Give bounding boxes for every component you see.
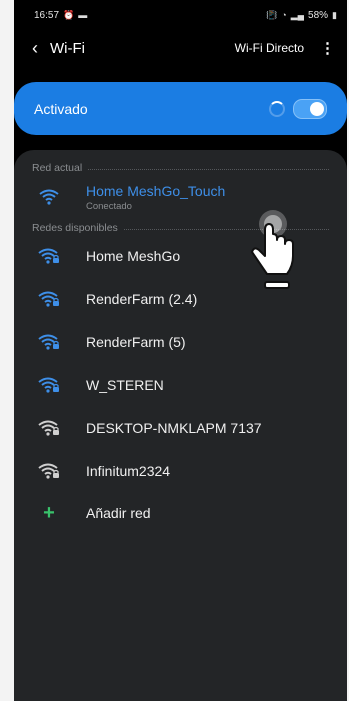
wifi-switch[interactable] [293, 98, 327, 119]
clock: 16:57 [34, 9, 60, 21]
wifi-icon: ◔ [281, 10, 287, 20]
network-row[interactable]: Infinitum2324 [14, 449, 347, 492]
wifi-lock-icon [36, 288, 62, 310]
current-network-name: Home MeshGo_Touch [86, 182, 226, 199]
wifi-lock-icon [36, 245, 62, 267]
kebab-menu-icon[interactable]: ⋮ [320, 39, 335, 57]
wifi-lock-icon [36, 417, 62, 439]
battery-percent: 58% [308, 9, 329, 21]
wifi-lock-icon [36, 460, 62, 482]
status-bar: 16:57 ⏰ ▬ 📳 ◔ ▂▄ 58% ▮ [14, 0, 347, 30]
current-network-status: Conectado [86, 200, 132, 212]
back-arrow-icon[interactable]: ‹ [32, 39, 38, 57]
network-name: RenderFarm (5) [86, 333, 186, 350]
add-network-label: Añadir red [86, 505, 151, 521]
tap-hand-icon [243, 196, 303, 296]
wifi-lock-icon [36, 374, 62, 396]
network-row[interactable]: DESKTOP-NMKLAPM 7137 [14, 406, 347, 449]
toggle-label: Activado [34, 100, 88, 117]
network-name: DESKTOP-NMKLAPM 7137 [86, 419, 262, 436]
section-label: Redes disponibles [32, 222, 118, 234]
wifi-icon [36, 186, 62, 208]
divider [88, 168, 329, 170]
section-label: Red actual [32, 162, 83, 174]
signal-icon: ▂▄ [290, 9, 305, 20]
wifi-lock-icon [36, 331, 62, 353]
current-network-header: Red actual [14, 162, 347, 174]
network-name: Home MeshGo [86, 247, 181, 264]
network-name: W_STEREN [86, 376, 164, 393]
network-name: RenderFarm (2.4) [86, 290, 198, 307]
network-row[interactable]: W_STEREN [14, 363, 347, 406]
app-bar: ‹ Wi-Fi Wi-Fi Directo ⋮ [14, 30, 347, 66]
vibrate-icon: 📳 [266, 9, 278, 20]
switch-knob [310, 101, 324, 116]
alarm-icon: ⏰ [63, 9, 75, 20]
page-title: Wi-Fi [50, 39, 85, 57]
wifi-toggle-card[interactable]: Activado [14, 82, 347, 135]
battery-icon: ▮ [332, 9, 337, 20]
phone-screen: 16:57 ⏰ ▬ 📳 ◔ ▂▄ 58% ▮ ‹ Wi-Fi Wi-Fi Dir… [14, 0, 347, 701]
network-name: Infinitum2324 [86, 462, 171, 479]
network-row[interactable]: RenderFarm (5) [14, 320, 347, 363]
plus-icon: + [43, 501, 55, 524]
loading-spinner-icon [269, 100, 285, 117]
message-icon: ▬ [78, 10, 88, 20]
add-network-row[interactable]: + Añadir red [14, 492, 347, 534]
wifi-direct-button[interactable]: Wi-Fi Directo [235, 41, 304, 55]
